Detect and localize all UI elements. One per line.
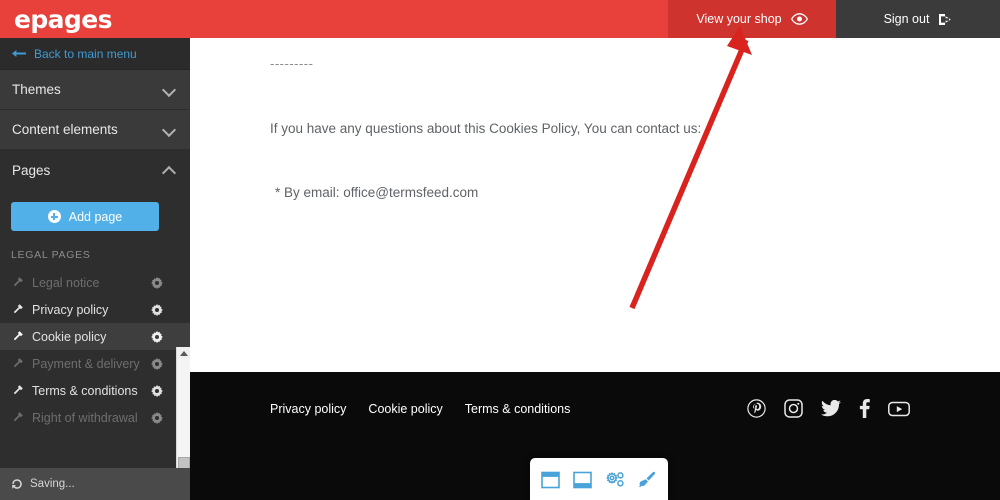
- sidebar-item-legal-notice-label: Legal notice: [32, 275, 100, 290]
- gear-icon[interactable]: [151, 303, 163, 316]
- plus-circle-icon: [47, 210, 61, 223]
- content-divider: ---------: [270, 56, 314, 71]
- sidebar-section-content-elements-label: Content elements: [12, 122, 118, 137]
- chevron-down-icon: [163, 123, 176, 136]
- back-to-main-menu-link[interactable]: Back to main menu: [0, 38, 190, 70]
- footer-links: Privacy policy Cookie policy Terms & con…: [190, 372, 747, 416]
- gear-icon[interactable]: [151, 276, 163, 289]
- saving-status-label: Saving...: [30, 478, 75, 490]
- sign-out-icon: [938, 13, 952, 26]
- saving-status-bar: Saving...: [0, 468, 190, 500]
- sidebar-item-terms-and-conditions[interactable]: Terms & conditions: [0, 377, 190, 404]
- settings-gears-icon[interactable]: [605, 471, 625, 489]
- sidebar-item-privacy-policy-label: Privacy policy: [32, 302, 109, 317]
- gear-icon[interactable]: [151, 384, 163, 397]
- eye-icon: [790, 13, 808, 25]
- add-page-label: Add page: [68, 209, 123, 224]
- view-your-shop-button[interactable]: View your shop: [668, 0, 836, 38]
- refresh-icon: [11, 478, 23, 490]
- hammer-icon: [11, 357, 26, 370]
- paintbrush-icon[interactable]: [638, 471, 657, 489]
- sidebar-item-payment-and-delivery-label: Payment & delivery: [32, 356, 140, 371]
- view-your-shop-label: View your shop: [696, 12, 782, 26]
- hammer-icon: [11, 384, 26, 397]
- footer-link-terms-and-conditions[interactable]: Terms & conditions: [465, 402, 571, 416]
- add-page-button[interactable]: Add page: [11, 202, 159, 231]
- header-layout-icon[interactable]: [541, 471, 560, 489]
- epages-logo[interactable]: epages: [0, 0, 112, 38]
- sign-out-button[interactable]: Sign out: [836, 0, 1000, 38]
- chevron-up-icon: [163, 164, 176, 177]
- pages-panel: Add page LEGAL PAGES Legal notice Privac…: [0, 190, 190, 500]
- pinterest-icon[interactable]: [747, 399, 766, 418]
- sidebar-item-cookie-policy-label: Cookie policy: [32, 329, 107, 344]
- gear-icon[interactable]: [151, 330, 163, 343]
- editor-sidebar: Back to main menu Themes Content element…: [0, 38, 190, 500]
- sidebar-item-right-of-withdrawal-label: Right of withdrawal: [32, 410, 138, 425]
- floating-editor-toolbar: [530, 458, 668, 500]
- sidebar-item-right-of-withdrawal[interactable]: Right of withdrawal: [0, 404, 190, 431]
- sidebar-section-pages-label: Pages: [12, 162, 51, 178]
- sidebar-item-legal-notice[interactable]: Legal notice: [0, 269, 190, 296]
- add-page-wrap: Add page: [0, 190, 190, 245]
- facebook-icon[interactable]: [859, 399, 870, 418]
- footer-layout-icon[interactable]: [573, 471, 592, 489]
- hammer-icon: [11, 303, 26, 316]
- sidebar-item-cookie-policy[interactable]: Cookie policy: [0, 323, 190, 350]
- arrow-left-icon: [12, 49, 26, 58]
- footer-link-cookie-policy[interactable]: Cookie policy: [368, 402, 442, 416]
- sidebar-section-content-elements[interactable]: Content elements: [0, 110, 190, 150]
- sidebar-section-pages[interactable]: Pages: [0, 150, 190, 190]
- epages-editor-window: epages View your shop Sign out Back to m…: [0, 0, 1000, 500]
- gear-icon[interactable]: [151, 357, 163, 370]
- content-bullet-email[interactable]: * By email: office@termsfeed.com: [190, 136, 1000, 200]
- sidebar-item-privacy-policy[interactable]: Privacy policy: [0, 296, 190, 323]
- hammer-icon: [11, 276, 26, 289]
- back-to-main-menu-label: Back to main menu: [34, 46, 137, 61]
- gear-icon[interactable]: [151, 411, 163, 424]
- sidebar-item-terms-and-conditions-label: Terms & conditions: [32, 383, 138, 398]
- twitter-icon[interactable]: [821, 400, 841, 417]
- sidebar-item-payment-and-delivery[interactable]: Payment & delivery: [0, 350, 190, 377]
- sidebar-section-themes-label: Themes: [12, 82, 61, 97]
- hammer-icon: [11, 330, 26, 343]
- youtube-icon[interactable]: [888, 401, 910, 417]
- content-paragraph[interactable]: If you have any questions about this Coo…: [190, 71, 1000, 136]
- top-bar: epages View your shop Sign out: [0, 0, 1000, 38]
- instagram-icon[interactable]: [784, 399, 803, 418]
- sign-out-label: Sign out: [883, 12, 930, 26]
- sidebar-section-themes[interactable]: Themes: [0, 70, 190, 110]
- hammer-icon: [11, 411, 26, 424]
- footer-social-icons: [747, 372, 1000, 418]
- scroll-up-arrow-icon[interactable]: [177, 347, 190, 359]
- legal-pages-group-label: LEGAL PAGES: [11, 249, 91, 261]
- page-preview-content: --------- If you have any questions abou…: [190, 38, 1000, 372]
- chevron-down-icon: [163, 83, 176, 96]
- footer-link-privacy-policy[interactable]: Privacy policy: [270, 402, 346, 416]
